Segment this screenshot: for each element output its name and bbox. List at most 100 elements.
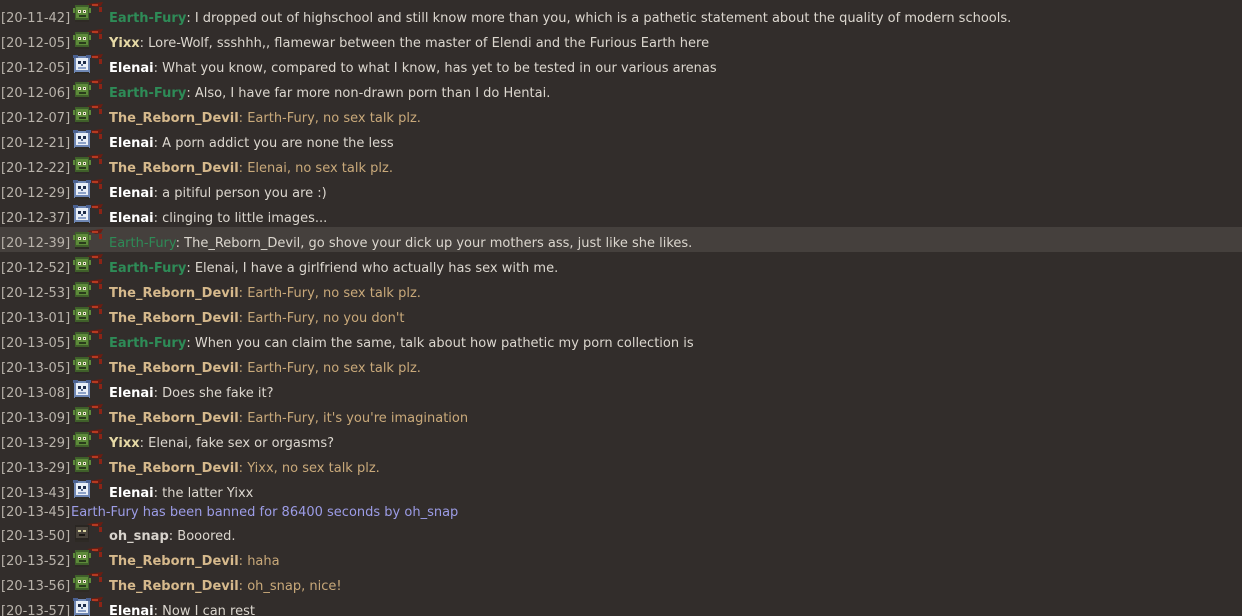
skull-mage-avatar-icon[interactable] xyxy=(72,53,105,75)
username-link[interactable]: Yixx xyxy=(109,36,140,51)
dark-mask-avatar-icon[interactable] xyxy=(72,521,105,543)
message-timestamp: [20-12-22] xyxy=(1,161,71,176)
message-line: The_Reborn_Devil: Elenai, no sex talk pl… xyxy=(109,161,393,176)
green-goblin-avatar-icon[interactable] xyxy=(72,453,105,475)
message-text: When you can claim the same, talk about … xyxy=(190,336,694,351)
message-text: the latter Yixx xyxy=(158,486,254,501)
message-timestamp: [20-13-50] xyxy=(1,529,71,544)
message-text: I dropped out of highschool and still kn… xyxy=(190,11,1012,26)
chat-message-row: [20-13-08] Elenai: Does she fake it? xyxy=(0,377,1242,402)
username-link[interactable]: The_Reborn_Devil xyxy=(109,161,239,176)
green-goblin-avatar-icon[interactable] xyxy=(72,228,105,250)
username-link[interactable]: oh_snap xyxy=(109,529,169,544)
message-timestamp: [20-13-29] xyxy=(1,461,71,476)
username-link[interactable]: Elenai xyxy=(109,486,154,501)
username-link[interactable]: Elenai xyxy=(109,211,154,226)
message-text: Lore-Wolf, ssshhh,, flamewar between the… xyxy=(144,36,710,51)
chat-message-row: [20-12-21] Elenai: A porn addict you are… xyxy=(0,127,1242,152)
green-goblin-avatar-icon[interactable] xyxy=(72,78,105,100)
green-goblin-avatar-icon[interactable] xyxy=(72,328,105,350)
chat-message-row: [20-12-37] Elenai: clinging to little im… xyxy=(0,202,1242,227)
message-timestamp: [20-13-08] xyxy=(1,386,71,401)
green-goblin-avatar-icon[interactable] xyxy=(72,428,105,450)
username-link[interactable]: The_Reborn_Devil xyxy=(109,286,239,301)
username-link[interactable]: Earth-Fury xyxy=(109,236,176,251)
username-link[interactable]: The_Reborn_Devil xyxy=(109,411,239,426)
message-line: Earth-Fury: The_Reborn_Devil, go shove y… xyxy=(109,236,692,251)
chat-message-row: [20-13-43] Elenai: the latter Yixx xyxy=(0,477,1242,502)
username-link[interactable]: Elenai xyxy=(109,136,154,151)
message-line: The_Reborn_Devil: Earth-Fury, no sex tal… xyxy=(109,361,421,376)
username-link[interactable]: The_Reborn_Devil xyxy=(109,311,239,326)
green-goblin-avatar-icon[interactable] xyxy=(72,546,105,568)
message-timestamp: [20-13-56] xyxy=(1,579,71,594)
message-timestamp: [20-12-06] xyxy=(1,86,71,101)
message-line: Earth-Fury: I dropped out of highschool … xyxy=(109,11,1011,26)
green-goblin-avatar-icon[interactable] xyxy=(72,571,105,593)
green-goblin-avatar-icon[interactable] xyxy=(72,28,105,50)
username-link[interactable]: Earth-Fury xyxy=(109,86,186,101)
username-link[interactable]: Elenai xyxy=(109,61,154,76)
message-timestamp: [20-13-05] xyxy=(1,336,71,351)
skull-mage-avatar-icon[interactable] xyxy=(72,596,105,616)
username-link[interactable]: The_Reborn_Devil xyxy=(109,361,239,376)
message-timestamp: [20-13-01] xyxy=(1,311,71,326)
message-line: The_Reborn_Devil: Earth-Fury, no sex tal… xyxy=(109,286,421,301)
username-link[interactable]: Yixx xyxy=(109,436,140,451)
chat-message-row: [20-12-06] Earth-Fury: Also, I have far … xyxy=(0,77,1242,102)
skull-mage-avatar-icon[interactable] xyxy=(72,128,105,150)
message-line: Elenai: Now I can rest xyxy=(109,604,255,616)
chat-log[interactable]: [20-11-42] Earth-Fury: I dropped out of … xyxy=(0,0,1242,616)
green-goblin-avatar-icon[interactable] xyxy=(72,303,105,325)
green-goblin-avatar-icon[interactable] xyxy=(72,153,105,175)
skull-mage-avatar-icon[interactable] xyxy=(72,203,105,225)
message-text: Earth-Fury, no you don't xyxy=(243,311,405,326)
message-text: Yixx, no sex talk plz. xyxy=(243,461,380,476)
username-link[interactable]: The_Reborn_Devil xyxy=(109,461,239,476)
chat-message-row: [20-12-53] The_Reborn_Devil: Earth-Fury,… xyxy=(0,277,1242,302)
username-link[interactable]: Elenai xyxy=(109,604,154,616)
message-timestamp: [20-12-05] xyxy=(1,36,71,51)
username-link[interactable]: Elenai xyxy=(109,386,154,401)
skull-mage-avatar-icon[interactable] xyxy=(72,178,105,200)
skull-mage-avatar-icon[interactable] xyxy=(72,378,105,400)
message-text: Earth-Fury, no sex talk plz. xyxy=(243,286,421,301)
message-text: Does she fake it? xyxy=(158,386,274,401)
message-text: Elenai, fake sex or orgasms? xyxy=(144,436,335,451)
message-timestamp: [20-13-52] xyxy=(1,554,71,569)
message-line: The_Reborn_Devil: Earth-Fury, no you don… xyxy=(109,311,405,326)
username-link[interactable]: Earth-Fury xyxy=(109,261,186,276)
message-text: Elenai, I have a girlfriend who actually… xyxy=(190,261,559,276)
message-line: The_Reborn_Devil: oh_snap, nice! xyxy=(109,579,342,594)
message-line: Yixx: Lore-Wolf, ssshhh,, flamewar betwe… xyxy=(109,36,709,51)
chat-message-row: [20-13-50] oh_snap: Booored. xyxy=(0,520,1242,545)
chat-message-row: [20-13-01] The_Reborn_Devil: Earth-Fury,… xyxy=(0,302,1242,327)
chat-message-row: [20-12-52] Earth-Fury: Elenai, I have a … xyxy=(0,252,1242,277)
message-timestamp: [20-13-09] xyxy=(1,411,71,426)
green-goblin-avatar-icon[interactable] xyxy=(72,1,105,23)
message-line: The_Reborn_Devil: Earth-Fury, it's you'r… xyxy=(109,411,468,426)
username-link[interactable]: The_Reborn_Devil xyxy=(109,579,239,594)
green-goblin-avatar-icon[interactable] xyxy=(72,353,105,375)
username-link[interactable]: Earth-Fury xyxy=(109,336,186,351)
username-link[interactable]: The_Reborn_Devil xyxy=(109,111,239,126)
message-line: Elenai: the latter Yixx xyxy=(109,486,253,501)
message-timestamp: [20-12-05] xyxy=(1,61,71,76)
message-timestamp: [20-12-52] xyxy=(1,261,71,276)
message-text: a pitiful person you are :) xyxy=(158,186,327,201)
message-text: A porn addict you are none the less xyxy=(158,136,394,151)
system-message-row: [20-13-45] Earth-Fury has been banned fo… xyxy=(0,502,1242,520)
username-link[interactable]: Elenai xyxy=(109,186,154,201)
username-link[interactable]: The_Reborn_Devil xyxy=(109,554,239,569)
message-timestamp: [20-12-39] xyxy=(1,236,71,251)
green-goblin-avatar-icon[interactable] xyxy=(72,253,105,275)
green-goblin-avatar-icon[interactable] xyxy=(72,103,105,125)
message-timestamp: [20-12-53] xyxy=(1,286,71,301)
green-goblin-avatar-icon[interactable] xyxy=(72,403,105,425)
username-link[interactable]: Earth-Fury xyxy=(109,11,186,26)
message-text: What you know, compared to what I know, … xyxy=(158,61,717,76)
green-goblin-avatar-icon[interactable] xyxy=(72,278,105,300)
skull-mage-avatar-icon[interactable] xyxy=(72,478,105,500)
chat-message-row: [20-12-05] Elenai: What you know, compar… xyxy=(0,52,1242,77)
message-line: oh_snap: Booored. xyxy=(109,529,236,544)
